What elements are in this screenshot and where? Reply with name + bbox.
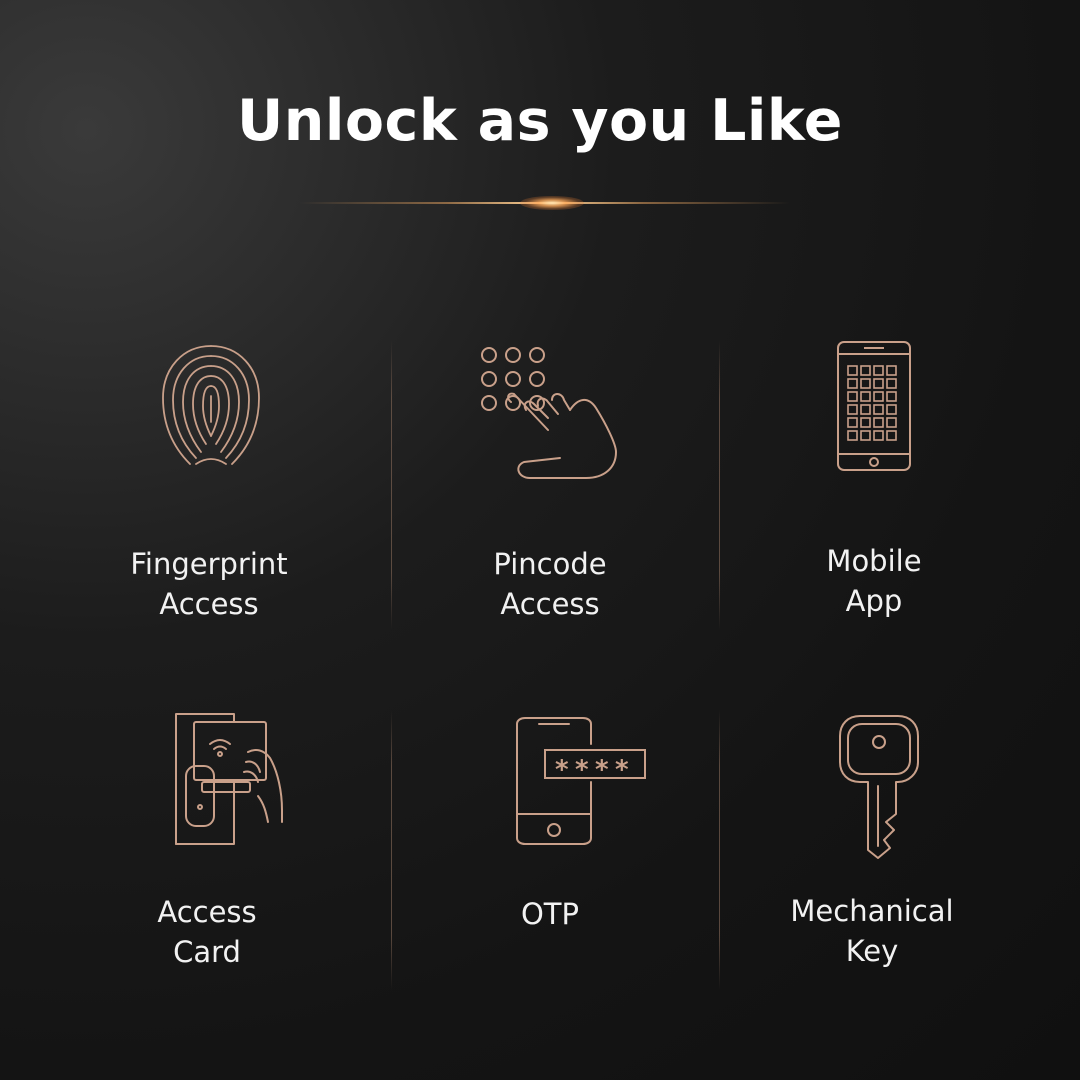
access-card-icon: [172, 712, 288, 846]
column-divider: [719, 710, 720, 990]
svg-text:*: *: [595, 755, 609, 785]
svg-text:*: *: [555, 755, 569, 785]
column-divider: [719, 340, 720, 630]
fingerprint-icon: [158, 342, 264, 472]
option-label-mobile-app: Mobile App: [826, 544, 922, 618]
page-title: Unlock as you Like: [237, 88, 843, 154]
title-underline-glow: [520, 196, 584, 210]
keypad-touch-icon: [478, 344, 623, 484]
option-label-mechanical-key: Mechanical Key: [790, 894, 954, 968]
column-divider: [391, 710, 392, 990]
svg-text:*: *: [575, 755, 589, 785]
svg-text:*: *: [615, 755, 629, 785]
otp-phone-icon: * * * *: [515, 716, 647, 846]
mechanical-key-icon: [838, 714, 920, 860]
option-label-access-card: Access Card: [157, 895, 257, 969]
mobile-app-icon: [836, 340, 912, 472]
option-label-otp: OTP: [520, 897, 580, 931]
column-divider: [391, 340, 392, 630]
option-label-fingerprint: Fingerprint Access: [130, 547, 288, 621]
option-label-pincode: Pincode Access: [493, 547, 607, 621]
